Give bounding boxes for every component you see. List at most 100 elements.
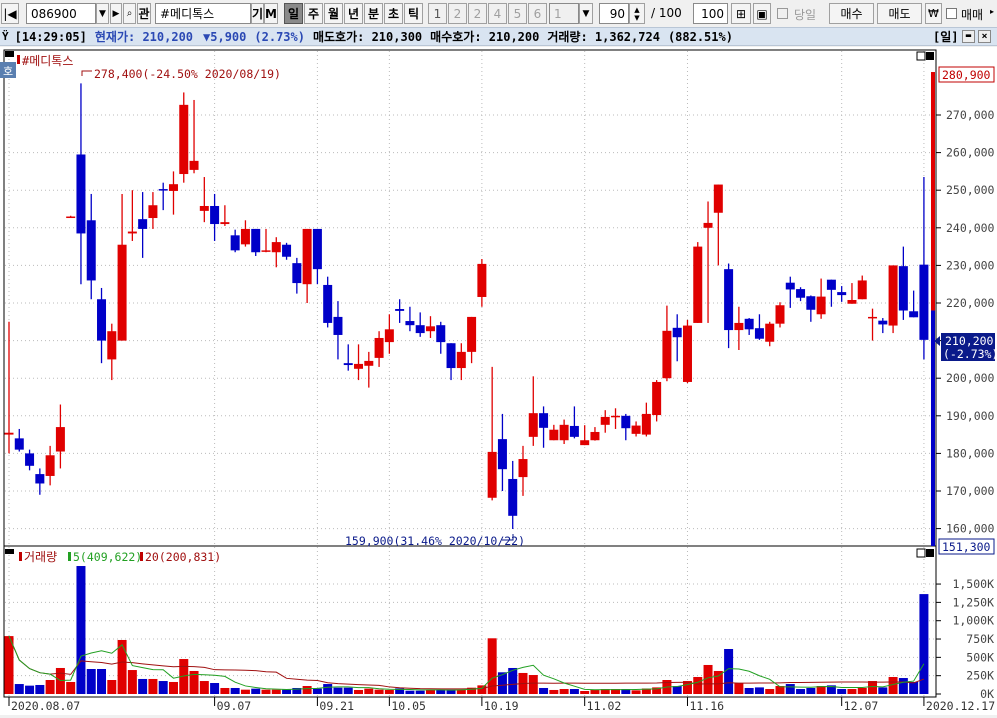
candle[interactable]: [45, 445, 55, 486]
candle[interactable]: [210, 193, 220, 241]
volume-bar[interactable]: [374, 689, 384, 694]
candle[interactable]: [199, 177, 209, 223]
period-tab-6[interactable]: 틱: [404, 3, 423, 24]
candle[interactable]: [158, 182, 168, 211]
volume-bar[interactable]: [405, 690, 415, 694]
search-icon[interactable]: ⌕: [123, 3, 136, 24]
volume-bar[interactable]: [796, 689, 806, 694]
volume-bar[interactable]: [528, 675, 538, 694]
preset-button-4[interactable]: 4: [488, 3, 507, 24]
candle[interactable]: [621, 413, 631, 441]
volume-pane-close-icon[interactable]: [926, 549, 934, 557]
candle[interactable]: [446, 343, 456, 381]
volume-bar[interactable]: [158, 681, 168, 694]
volume-bar[interactable]: [107, 679, 117, 694]
volume-bar[interactable]: [127, 670, 137, 694]
candle[interactable]: [600, 410, 610, 433]
candle[interactable]: [189, 99, 199, 174]
candle[interactable]: [672, 314, 682, 362]
volume-bar[interactable]: [477, 685, 487, 694]
candle[interactable]: [878, 318, 888, 334]
candle[interactable]: [292, 257, 302, 294]
candle[interactable]: [384, 314, 394, 354]
candle[interactable]: [734, 306, 744, 350]
candle[interactable]: [652, 380, 662, 422]
candle[interactable]: [148, 192, 158, 229]
volume-bar[interactable]: [837, 689, 847, 694]
candle[interactable]: [55, 404, 65, 469]
candle[interactable]: [898, 246, 908, 320]
candle[interactable]: [76, 83, 86, 285]
volume-bar[interactable]: [302, 686, 312, 694]
volume-bar[interactable]: [580, 690, 590, 694]
candle[interactable]: [662, 305, 672, 382]
volume-bar[interactable]: [14, 684, 24, 694]
preset-button-5[interactable]: 5: [508, 3, 527, 24]
candle[interactable]: [86, 193, 96, 300]
volume-bar[interactable]: [590, 689, 600, 694]
candle[interactable]: [826, 279, 836, 307]
candle[interactable]: [693, 242, 703, 323]
volume-bar[interactable]: [230, 687, 240, 694]
candle[interactable]: [713, 184, 723, 266]
volume-pane-handle-icon[interactable]: [5, 549, 14, 554]
candle[interactable]: [754, 314, 764, 340]
candle[interactable]: [641, 402, 651, 437]
candle[interactable]: [230, 229, 240, 253]
chart-area[interactable]: 270,000 260,000 250,000 240,000 230,000 220,0…: [0, 47, 997, 715]
volume-bar[interactable]: [271, 689, 281, 694]
preset-button-2[interactable]: 2: [448, 3, 467, 24]
volume-bar[interactable]: [919, 594, 929, 694]
volume-bar[interactable]: [76, 566, 86, 694]
candle[interactable]: [919, 177, 929, 360]
candle[interactable]: [374, 331, 384, 367]
volume-bar[interactable]: [785, 684, 795, 694]
preset-button-3[interactable]: 2: [468, 3, 487, 24]
volume-bar[interactable]: [868, 681, 878, 694]
volume-bar[interactable]: [384, 689, 394, 694]
volume-bar[interactable]: [35, 684, 45, 694]
candle[interactable]: [415, 312, 425, 337]
candle[interactable]: [333, 301, 343, 360]
candle[interactable]: [806, 295, 816, 322]
m-button[interactable]: M: [264, 3, 278, 24]
candle[interactable]: [837, 286, 847, 302]
period-tab-4[interactable]: 분: [364, 3, 383, 24]
stock-code-input[interactable]: 086900: [26, 3, 96, 24]
volume-bar[interactable]: [4, 636, 14, 694]
period-tab-0[interactable]: 일: [284, 3, 303, 24]
candle[interactable]: [477, 259, 487, 307]
candle[interactable]: [847, 283, 857, 304]
candle[interactable]: [117, 193, 127, 341]
volume-bar[interactable]: [857, 687, 867, 694]
candle[interactable]: [312, 228, 322, 285]
candle[interactable]: [4, 321, 14, 454]
candle[interactable]: [868, 308, 878, 341]
period-tab-3[interactable]: 년: [344, 3, 363, 24]
volume-bar[interactable]: [220, 687, 230, 694]
volume-bar[interactable]: [672, 686, 682, 694]
candle[interactable]: [107, 323, 117, 381]
volume-bar[interactable]: [549, 689, 559, 694]
volume-bar[interactable]: [138, 678, 148, 694]
volume-bar[interactable]: [909, 681, 919, 694]
pane-handle-icon[interactable]: [5, 51, 14, 57]
volume-bar[interactable]: [117, 639, 127, 694]
candle[interactable]: [405, 306, 415, 332]
period-tab-5[interactable]: 초: [384, 3, 403, 24]
candle[interactable]: [467, 316, 477, 364]
volume-bar[interactable]: [765, 689, 775, 694]
volume-bar[interactable]: [744, 687, 754, 694]
volume-bar[interactable]: [754, 687, 764, 694]
candle[interactable]: [240, 220, 250, 247]
volume-bar[interactable]: [45, 679, 55, 694]
candle[interactable]: [97, 287, 107, 364]
candle[interactable]: [25, 449, 35, 471]
maximize-icon[interactable]: ▬: [962, 30, 975, 43]
volume-bar[interactable]: [168, 681, 178, 694]
volume-bar[interactable]: [25, 685, 35, 694]
next-arrow-icon[interactable]: ▶: [110, 3, 122, 24]
pane-close-icon[interactable]: [926, 52, 934, 60]
candle[interactable]: [35, 468, 45, 495]
volume-bar[interactable]: [847, 689, 857, 694]
